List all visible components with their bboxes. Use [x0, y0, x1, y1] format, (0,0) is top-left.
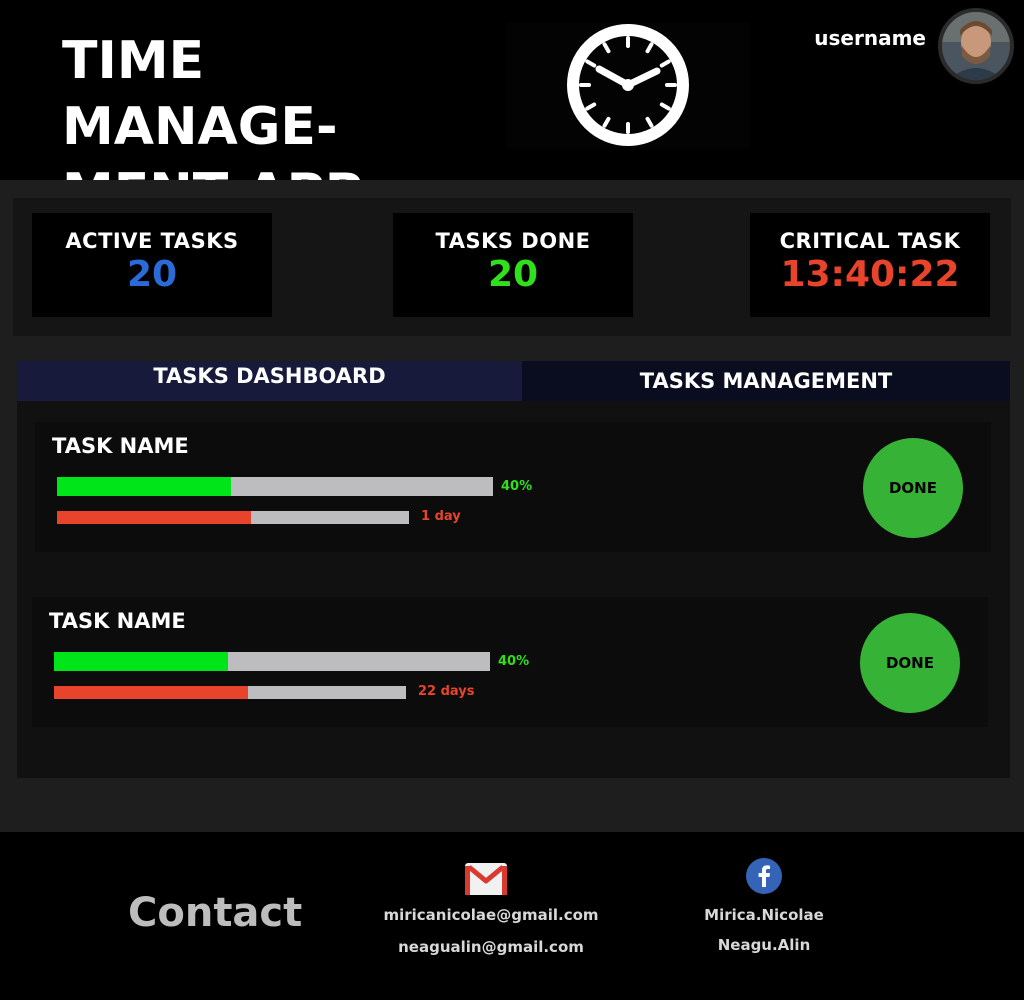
time-remaining-label: 22 days: [418, 684, 475, 699]
username-label[interactable]: username: [790, 26, 926, 50]
time-remaining-label: 1 day: [421, 509, 461, 524]
time-bar: [54, 686, 406, 699]
stat-card-critical-task: CRITICAL TASK 13:40:22: [750, 213, 990, 317]
stat-label-critical-task: CRITICAL TASK: [779, 229, 961, 253]
task-name: TASK NAME: [49, 609, 186, 633]
time-bar-fill: [54, 686, 248, 699]
done-button[interactable]: DONE: [863, 438, 963, 538]
email-contacts: miricanicolae@gmail.com neagualin@gmail.…: [380, 906, 602, 956]
progress-bar-fill: [57, 477, 232, 496]
gmail-icon: [465, 863, 507, 895]
tasks-dashboard-panel: TASK NAME 40% 1 day DONE TASK NAME 40% 2…: [17, 401, 1010, 778]
facebook-contacts: Mirica.Nicolae Neagu.Alin: [688, 906, 840, 954]
progress-bar-fill: [54, 652, 229, 671]
user-avatar[interactable]: [938, 8, 1014, 84]
stat-card-active-tasks: ACTIVE TASKS 20: [32, 213, 272, 317]
facebook-f-glyph: [758, 865, 770, 887]
stat-value-active-tasks: 20: [126, 254, 178, 295]
stat-value-critical-task: 13:40:22: [780, 254, 960, 295]
facebook-link[interactable]: Mirica.Nicolae: [688, 906, 840, 924]
tab-tasks-dashboard[interactable]: TASKS DASHBOARD: [17, 361, 522, 401]
stat-label-active-tasks: ACTIVE TASKS: [65, 229, 239, 253]
main-content: ACTIVE TASKS 20 TASKS DONE 20 CRITICAL T…: [0, 180, 1024, 832]
stat-card-tasks-done: TASKS DONE 20: [393, 213, 633, 317]
tab-tasks-management[interactable]: TASKS MANAGEMENT: [522, 361, 1010, 401]
clock-logo: [506, 22, 750, 148]
stats-strip: ACTIVE TASKS 20 TASKS DONE 20 CRITICAL T…: [13, 198, 1011, 336]
progress-percent-label: 40%: [501, 479, 533, 494]
time-bar: [57, 511, 409, 524]
avatar-portrait-icon: [942, 12, 1010, 80]
progress-bar: [57, 477, 493, 496]
task-card: TASK NAME 40% 1 day DONE: [35, 422, 991, 552]
email-link[interactable]: miricanicolae@gmail.com: [380, 906, 602, 924]
app-header: TIME MANAGE- MENT APP u: [0, 0, 1024, 223]
footer: Contact miricanicolae@gmail.com neaguali…: [0, 832, 1024, 1000]
contact-title: Contact: [128, 890, 303, 936]
app-title-line-1: TIME MANAGE-: [62, 31, 338, 157]
facebook-link[interactable]: Neagu.Alin: [688, 936, 840, 954]
email-link[interactable]: neagualin@gmail.com: [380, 938, 602, 956]
facebook-icon: [746, 858, 782, 894]
clock-icon: [567, 24, 689, 146]
progress-bar: [54, 652, 490, 671]
time-bar-fill: [57, 511, 251, 524]
tab-bar: TASKS DASHBOARD TASKS MANAGEMENT: [17, 361, 1010, 401]
progress-percent-label: 40%: [498, 654, 530, 669]
stat-label-tasks-done: TASKS DONE: [435, 229, 591, 253]
task-name: TASK NAME: [52, 434, 189, 458]
stat-value-tasks-done: 20: [487, 254, 539, 295]
task-card: TASK NAME 40% 22 days DONE: [32, 597, 988, 727]
done-button[interactable]: DONE: [860, 613, 960, 713]
